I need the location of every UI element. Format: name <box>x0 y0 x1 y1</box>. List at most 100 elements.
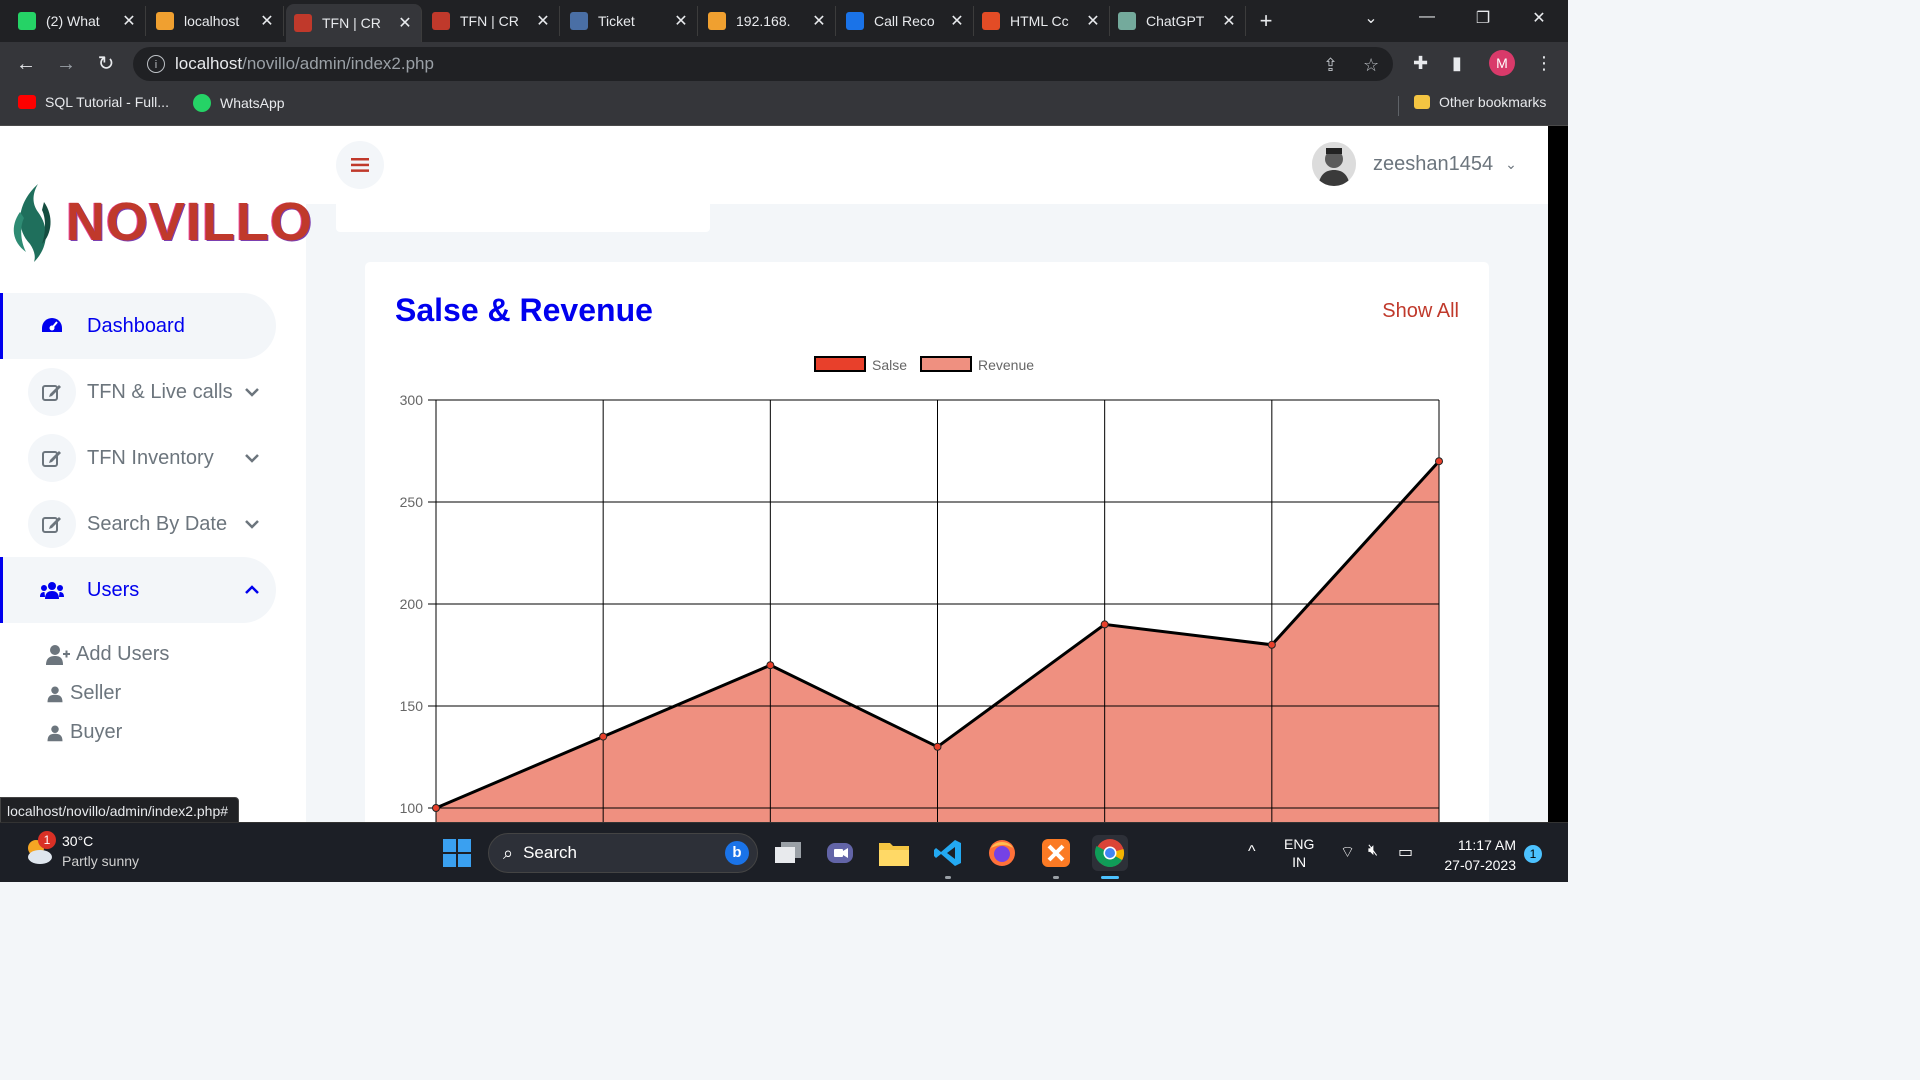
chrome-icon <box>1095 839 1125 868</box>
y-tick-label: 250 <box>400 494 424 510</box>
users-icon <box>28 566 76 614</box>
tab-favicon-icon <box>570 12 588 30</box>
new-tab-icon[interactable]: + <box>1254 8 1278 34</box>
close-tab-icon[interactable]: ✕ <box>259 11 275 31</box>
tab-search-icon[interactable]: ⌄ <box>1356 8 1386 28</box>
battery-icon[interactable]: ▭ <box>1398 842 1413 862</box>
bing-icon[interactable]: b <box>725 841 749 865</box>
bookmark-star-icon[interactable]: ☆ <box>1363 55 1379 76</box>
task-view-button[interactable] <box>770 835 806 871</box>
browser-tab[interactable]: (2) What ✕ <box>10 6 146 36</box>
taskbar-search[interactable]: ⌕ Search b <box>488 833 758 873</box>
close-tab-icon[interactable]: ✕ <box>1221 11 1237 31</box>
sidebar-item-dashboard[interactable]: Dashboard <box>0 293 276 359</box>
site-info-icon[interactable]: i <box>147 55 165 73</box>
share-icon[interactable]: ⇪ <box>1323 55 1338 76</box>
task-view-icon <box>775 842 801 863</box>
minimize-icon[interactable]: — <box>1412 8 1442 26</box>
search-icon: ⌕ <box>503 842 514 863</box>
running-indicator <box>1053 876 1059 879</box>
file-explorer-button[interactable] <box>876 835 912 871</box>
other-bookmarks[interactable]: Other bookmarks <box>1414 94 1546 110</box>
data-point-revenue <box>1267 640 1276 649</box>
vscode-icon <box>934 840 961 866</box>
sidebar-item-label: TFN Inventory <box>87 446 214 469</box>
sidebar-item-label: TFN & Live calls <box>87 380 233 403</box>
side-panel-icon[interactable]: ▮ <box>1452 53 1462 74</box>
wifi-icon[interactable]: ⌔ <box>1340 842 1355 862</box>
close-tab-icon[interactable]: ✕ <box>121 11 137 31</box>
tray-overflow-icon[interactable]: ^ <box>1248 843 1256 861</box>
vscode-button[interactable] <box>930 835 966 879</box>
xampp-button[interactable] <box>1038 835 1074 879</box>
bookmark-whatsapp[interactable]: WhatsApp <box>193 94 285 112</box>
language-indicator[interactable]: ENG IN <box>1284 835 1314 871</box>
browser-tab[interactable]: ChatGPT ✕ <box>1110 6 1246 36</box>
subnav-buyer[interactable]: Buyer <box>46 721 122 744</box>
close-tab-icon[interactable]: ✕ <box>673 11 689 31</box>
youtube-icon <box>18 95 36 109</box>
close-tab-icon[interactable]: ✕ <box>397 13 413 33</box>
extensions-icon[interactable]: ✚ <box>1413 53 1428 74</box>
user-icon <box>47 725 63 741</box>
restore-icon[interactable]: ❐ <box>1468 8 1498 28</box>
browser-tab[interactable]: HTML Cc ✕ <box>974 6 1110 36</box>
browser-tab[interactable]: Ticket ✕ <box>562 6 698 36</box>
logo[interactable]: NOVILLO <box>8 182 313 262</box>
bookmark-sql-tutorial[interactable]: SQL Tutorial - Full... <box>18 94 169 110</box>
start-button[interactable] <box>439 835 475 871</box>
xampp-icon <box>1042 839 1070 867</box>
subnav-label: Add Users <box>76 643 170 665</box>
data-point-revenue <box>766 661 775 670</box>
sidebar-toggle-button[interactable] <box>336 141 384 189</box>
avatar[interactable] <box>1312 142 1356 186</box>
browser-tab[interactable]: TFN | CR ✕ <box>424 6 560 36</box>
speaker-muted-icon[interactable]: 🔇︎ <box>1368 842 1378 860</box>
sidebar-item-users[interactable]: Users <box>0 557 276 623</box>
page-scrollbar[interactable] <box>1548 126 1568 822</box>
previous-card <box>336 204 710 232</box>
browser-tab[interactable]: 192.168. ✕ <box>700 6 836 36</box>
browser-tab[interactable]: TFN | CR ✕ <box>286 4 422 42</box>
firefox-button[interactable] <box>984 835 1020 871</box>
reload-icon[interactable]: ↻ <box>94 52 118 76</box>
url-text[interactable]: localhost/novillo/admin/index2.php <box>175 54 434 74</box>
username: zeeshan1454 <box>1373 152 1494 175</box>
close-tab-icon[interactable]: ✕ <box>811 11 827 31</box>
subnav-label: Buyer <box>70 721 123 743</box>
sidebar-item-tfn-live-calls[interactable]: TFN & Live calls <box>0 359 276 425</box>
close-tab-icon[interactable]: ✕ <box>535 11 551 31</box>
logo-leaf-icon <box>13 184 51 262</box>
address-bar[interactable]: i localhost/novillo/admin/index2.php ⇪ ☆ <box>133 47 1393 81</box>
sidebar-item-tfn-inventory[interactable]: TFN Inventory <box>0 425 276 491</box>
close-tab-icon[interactable]: ✕ <box>1085 11 1101 31</box>
show-all-link[interactable]: Show All <box>1382 300 1459 323</box>
profile-avatar[interactable]: M <box>1489 50 1515 76</box>
close-window-icon[interactable]: ✕ <box>1524 8 1554 28</box>
user-menu[interactable]: zeeshan1454 ⌄ <box>1312 142 1517 186</box>
status-url: localhost/novillo/admin/index2.php# <box>0 797 240 825</box>
notification-badge[interactable]: 1 <box>1524 845 1542 863</box>
data-point-revenue <box>432 804 440 812</box>
sidebar-item-search-by-date[interactable]: Search By Date <box>0 491 276 557</box>
url-path: /novillo/admin/index2.php <box>242 54 434 73</box>
legend-swatch <box>814 356 866 372</box>
subnav-seller[interactable]: Seller <box>46 682 121 705</box>
weather-temp: 30°C <box>62 833 94 849</box>
folder-icon <box>879 843 909 866</box>
menu-kebab-icon[interactable]: ⋮ <box>1535 53 1553 74</box>
weather-desc: Partly sunny <box>62 853 140 869</box>
back-icon[interactable]: ← <box>14 52 38 76</box>
sidebar-item-label: Dashboard <box>87 314 185 337</box>
forward-icon[interactable]: → <box>54 52 78 76</box>
weather-widget[interactable]: 1 30°C Partly sunny <box>22 831 139 871</box>
browser-tab[interactable]: localhost ✕ <box>148 6 284 36</box>
clock[interactable]: 11:17 AM 27-07-2023 <box>1432 835 1516 875</box>
chrome-button[interactable] <box>1092 835 1128 879</box>
hamburger-icon <box>351 158 369 172</box>
data-point-revenue <box>1100 620 1109 629</box>
subnav-add-users[interactable]: Add Users <box>46 643 169 666</box>
teams-button[interactable] <box>822 835 858 871</box>
close-tab-icon[interactable]: ✕ <box>949 11 965 31</box>
browser-tab[interactable]: Call Reco ✕ <box>838 6 974 36</box>
